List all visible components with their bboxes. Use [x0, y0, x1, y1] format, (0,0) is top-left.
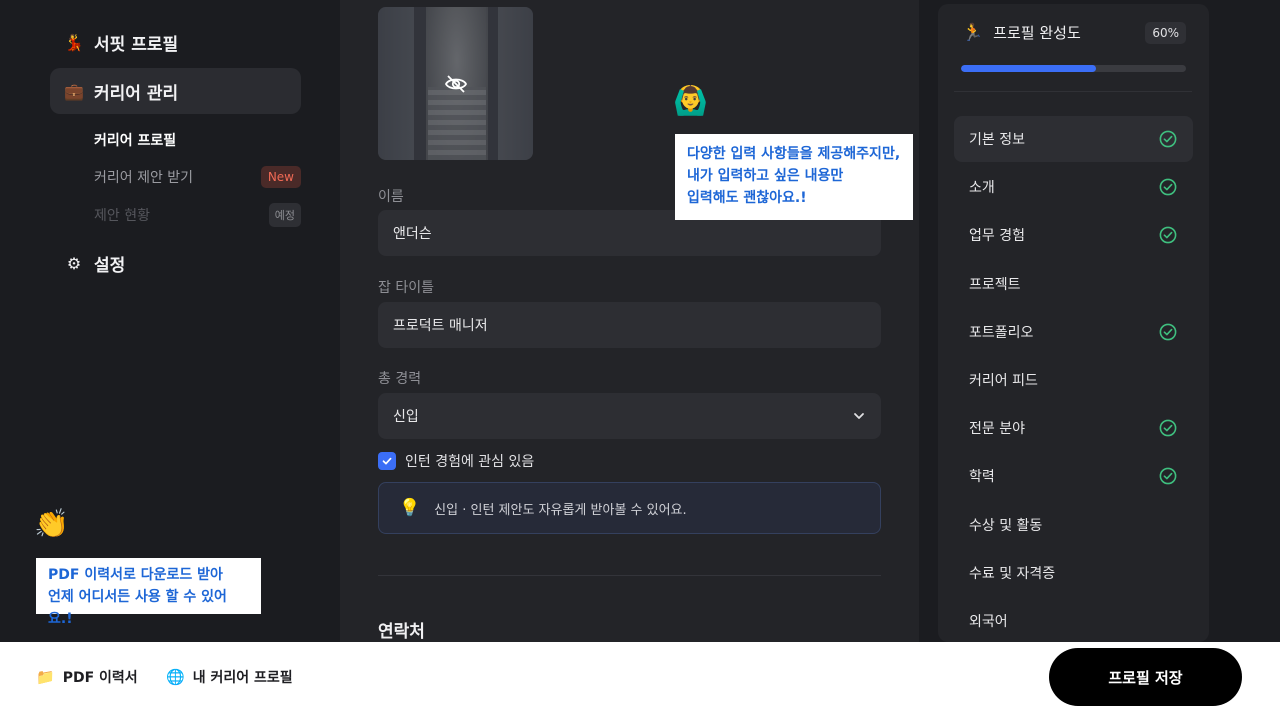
briefcase-icon: 💼	[64, 81, 84, 101]
check-circle-icon	[1159, 323, 1177, 341]
section-label: 수상 및 활동	[969, 517, 1043, 534]
new-badge: New	[260, 166, 301, 188]
info-notice: 💡 신입 · 인턴 제안도 자유롭게 받아볼 수 있어요.	[378, 482, 881, 534]
pdf-tooltip: PDF 이력서로 다운로드 받아 언제 어디서든 사용 할 수 있어요.!	[36, 558, 261, 627]
completion-section-item[interactable]: 수상 및 활동	[954, 502, 1193, 548]
tooltip-line: 입력해도 괜찮아요.!	[687, 190, 807, 206]
completion-section-item[interactable]: 외국어	[954, 598, 1193, 644]
folder-icon: 📁	[36, 668, 55, 686]
lightbulb-icon: 💡	[399, 498, 421, 518]
check-circle-icon	[1159, 419, 1177, 437]
tooltip-line: PDF 이력서로 다운로드 받아	[48, 567, 223, 583]
nav-sub-label: 제안 현황	[94, 208, 150, 224]
pdf-resume-label: PDF 이력서	[62, 670, 138, 686]
check-circle-icon	[1159, 226, 1177, 244]
info-text: 신입 · 인턴 제안도 자유롭게 받아볼 수 있어요.	[434, 502, 687, 518]
nav-receive-offers[interactable]: 커리어 제안 받기 New	[94, 165, 301, 189]
clapping-hands-icon: 👏	[34, 507, 69, 540]
intern-checkbox-label: 인턴 경험에 관심 있음	[405, 454, 535, 470]
dancer-icon: 💃	[64, 32, 84, 52]
nav-offer-status: 제안 현황 예정	[94, 203, 301, 227]
running-person-icon: 🏃	[962, 22, 984, 43]
section-label: 커리어 피드	[969, 373, 1038, 389]
tooltip-line: 언제 어디서든 사용 할 수 있어요.!	[48, 589, 227, 627]
intern-checkbox[interactable]	[378, 452, 396, 470]
completion-percent: 60%	[1145, 22, 1186, 44]
section-label: 포트폴리오	[969, 324, 1034, 341]
gear-icon: ⚙	[66, 253, 82, 273]
job-title-label: 잡 타이틀	[378, 280, 434, 296]
input-tooltip: 다양한 입력 사항들을 제공해주지만, 내가 입력하고 싶은 내용만 입력해도 …	[675, 134, 913, 220]
completion-section-item[interactable]: 학력	[954, 453, 1193, 499]
career-select[interactable]: 신입	[378, 393, 881, 439]
nav-sub-label: 커리어 프로필	[94, 133, 177, 149]
my-career-profile-label: 내 커리어 프로필	[192, 670, 293, 686]
completion-panel: 🏃 프로필 완성도 60% 기본 정보소개업무 경험프로젝트포트폴리오커리어 피…	[938, 4, 1209, 642]
section-label: 수료 및 자격증	[969, 565, 1056, 582]
job-title-input[interactable]: 프로덕트 매니저	[378, 302, 881, 348]
completion-section-item[interactable]: 수료 및 자격증	[954, 550, 1193, 596]
completion-section-item[interactable]: 기본 정보	[954, 116, 1193, 162]
section-label: 업무 경험	[969, 228, 1025, 245]
completion-section-item[interactable]: 프로젝트	[954, 261, 1193, 307]
nav-label: 커리어 관리	[94, 83, 179, 104]
nav-sub-label: 커리어 제안 받기	[94, 170, 194, 186]
panel-divider	[954, 91, 1192, 92]
coming-soon-badge: 예정	[268, 203, 301, 227]
completion-section-item[interactable]: 커리어 피드	[954, 357, 1193, 403]
my-career-profile-link[interactable]: 🌐 내 커리어 프로필	[166, 667, 293, 687]
pdf-resume-link[interactable]: 📁 PDF 이력서	[36, 667, 138, 687]
check-circle-icon	[1159, 467, 1177, 485]
nav-label: 서핏 프로필	[94, 34, 179, 55]
career-value: 신입	[393, 409, 419, 425]
sidebar: 💃 서핏 프로필 💼 커리어 관리 커리어 프로필 커리어 제안 받기 New …	[0, 0, 340, 642]
intern-interest-row[interactable]: 인턴 경험에 관심 있음	[378, 451, 534, 471]
career-label: 총 경력	[378, 371, 422, 387]
job-title-value: 프로덕트 매니저	[393, 318, 488, 334]
footer-bar: 📁 PDF 이력서 🌐 내 커리어 프로필 프로필 저장	[0, 642, 1280, 711]
check-circle-icon	[1159, 178, 1177, 196]
completion-section-item[interactable]: 업무 경험	[954, 212, 1193, 258]
completion-title: 프로필 완성도	[993, 24, 1081, 42]
completion-header: 🏃 프로필 완성도	[962, 22, 1081, 43]
save-profile-button[interactable]: 프로필 저장	[1049, 648, 1242, 706]
section-label: 외국어	[969, 614, 1008, 630]
name-value: 앤더슨	[393, 226, 432, 242]
contact-section-title: 연락처	[378, 622, 425, 642]
nav-career-management[interactable]: 💼 커리어 관리	[50, 68, 301, 114]
nav-surfit-profile[interactable]: 💃 서핏 프로필	[50, 19, 301, 65]
eye-off-icon[interactable]	[444, 72, 468, 96]
check-circle-icon	[1159, 130, 1177, 148]
section-label: 전문 분야	[969, 421, 1025, 438]
nav-settings[interactable]: ⚙ 설정	[50, 240, 301, 286]
globe-icon: 🌐	[166, 668, 185, 686]
section-label: 프로젝트	[969, 276, 1021, 293]
completion-progress-bar	[961, 65, 1186, 72]
chevron-down-icon	[854, 413, 864, 419]
section-divider	[378, 575, 881, 576]
profile-photo[interactable]	[378, 7, 533, 160]
profile-form: 이름 앤더슨 잡 타이틀 프로덕트 매니저 총 경력 신입 인턴 경험에 관심 …	[340, 0, 919, 642]
section-label: 학력	[969, 469, 995, 486]
tooltip-line: 내가 입력하고 싶은 내용만	[687, 168, 844, 184]
completion-section-item[interactable]: 소개	[954, 164, 1193, 210]
nav-career-profile[interactable]: 커리어 프로필	[94, 130, 301, 150]
checkmark-icon	[382, 457, 392, 465]
nav-label: 설정	[94, 255, 126, 276]
completion-section-item[interactable]: 전문 분야	[954, 405, 1193, 451]
name-label: 이름	[378, 189, 404, 205]
completion-section-item[interactable]: 포트폴리오	[954, 309, 1193, 355]
section-label: 소개	[969, 180, 995, 197]
section-label: 기본 정보	[969, 132, 1025, 148]
tooltip-line: 다양한 입력 사항들을 제공해주지만,	[687, 146, 901, 162]
progress-fill	[961, 65, 1096, 72]
person-gesturing-ok-icon: 🙆‍♂️	[673, 84, 708, 117]
